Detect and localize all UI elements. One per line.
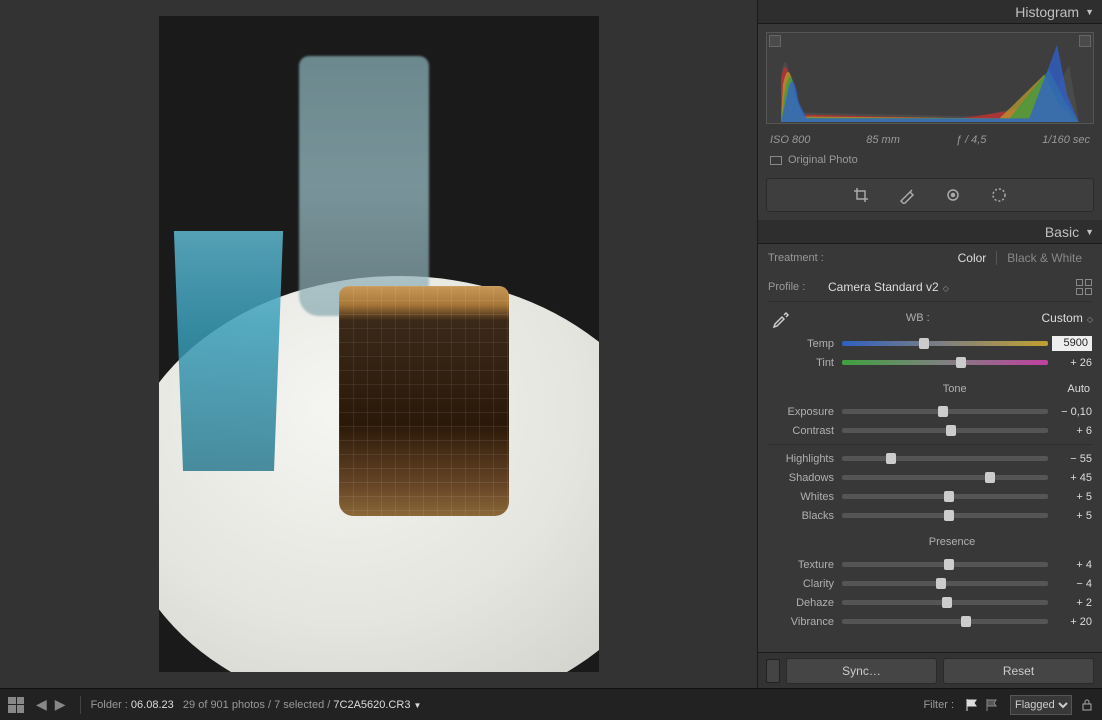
treatment-color[interactable]: Color: [948, 251, 997, 265]
slider-knob[interactable]: [886, 453, 896, 464]
slider-knob[interactable]: [944, 491, 954, 502]
slider-knob[interactable]: [919, 338, 929, 349]
tint-value[interactable]: + 26: [1048, 357, 1092, 369]
slider-blacks: Blacks + 5: [768, 506, 1092, 525]
exif-aperture: ƒ / 4,5: [956, 134, 987, 146]
flag-pick-icon[interactable]: [965, 698, 979, 712]
image-viewport[interactable]: [0, 0, 757, 688]
slider-highlights: Highlights − 55: [768, 449, 1092, 468]
slider-dehaze: Dehaze + 2: [768, 593, 1092, 612]
slider-vibrance: Vibrance + 20: [768, 612, 1092, 631]
presence-heading: Presence: [842, 536, 1062, 548]
slider-knob[interactable]: [944, 559, 954, 570]
temp-value-input[interactable]: 5900: [1052, 336, 1092, 351]
slider-knob[interactable]: [961, 616, 971, 627]
treatment-label: Treatment :: [768, 252, 948, 264]
slider-knob[interactable]: [944, 510, 954, 521]
exif-focal: 85 mm: [866, 134, 900, 146]
profile-dropdown[interactable]: Camera Standard v2◇: [828, 280, 1076, 294]
grid-view-icon[interactable]: [8, 697, 24, 713]
slider-knob[interactable]: [938, 406, 948, 417]
masking-tool-icon[interactable]: [990, 186, 1008, 204]
histogram[interactable]: [766, 32, 1094, 124]
selected-count: 7 selected: [274, 699, 324, 711]
treatment-bw[interactable]: Black & White: [997, 251, 1092, 265]
histogram-graph: [781, 35, 1079, 122]
slider-knob[interactable]: [936, 578, 946, 589]
histogram-panel-header[interactable]: Histogram ▼: [758, 0, 1102, 24]
slider-tint: Tint + 26: [768, 353, 1092, 372]
filter-lock-icon[interactable]: [1080, 698, 1094, 712]
slider-knob[interactable]: [942, 597, 952, 608]
slider-clarity: Clarity − 4: [768, 574, 1092, 593]
exif-iso: ISO 800: [770, 134, 810, 146]
folder-label: Folder :: [91, 699, 128, 711]
healing-brush-icon[interactable]: [898, 186, 916, 204]
profile-browser-icon[interactable]: [1076, 279, 1092, 295]
sync-button[interactable]: Sync…: [786, 658, 937, 684]
nav-forward-icon[interactable]: ▶: [55, 696, 66, 713]
local-adjust-toolstrip: [766, 178, 1094, 212]
photo-count: 29 of 901 photos: [183, 699, 265, 711]
collapse-icon: ▼: [1085, 227, 1094, 237]
develop-right-panel: Histogram ▼ ISO 800 85 mm ƒ / 4,5 1/160 …: [757, 0, 1102, 688]
exif-shutter: 1/160 sec: [1042, 134, 1090, 146]
profile-label: Profile :: [768, 281, 828, 293]
slider-shadows: Shadows + 45: [768, 468, 1092, 487]
preview-photo: [159, 16, 599, 672]
slider-knob[interactable]: [956, 357, 966, 368]
reset-button[interactable]: Reset: [943, 658, 1094, 684]
nav-back-icon[interactable]: ◀: [36, 696, 47, 713]
slider-temp: Temp 5900: [768, 334, 1092, 353]
folder-name[interactable]: 06.08.23: [131, 699, 174, 711]
exif-row: ISO 800 85 mm ƒ / 4,5 1/160 sec: [758, 132, 1102, 150]
basic-title: Basic: [1045, 224, 1079, 240]
tone-heading: Tone: [842, 383, 1067, 395]
slider-texture: Texture + 4: [768, 555, 1092, 574]
highlight-clipping-toggle[interactable]: [1079, 35, 1091, 47]
slider-exposure: Exposure − 0,10: [768, 402, 1092, 421]
filename-crumb[interactable]: 7C2A5620.CR3 ▼: [333, 699, 421, 711]
histogram-title: Histogram: [1015, 4, 1079, 20]
filter-dropdown[interactable]: Flagged: [1010, 695, 1072, 715]
wb-dropdown[interactable]: Custom◇: [1042, 311, 1093, 325]
wb-eyedropper-icon[interactable]: [768, 305, 794, 331]
slider-knob[interactable]: [985, 472, 995, 483]
crop-tool-icon[interactable]: [852, 186, 870, 204]
original-icon: [770, 156, 782, 165]
slider-whites: Whites + 5: [768, 487, 1092, 506]
redeye-tool-icon[interactable]: [944, 186, 962, 204]
slider-contrast: Contrast + 6: [768, 421, 1092, 440]
filter-label: Filter :: [923, 699, 954, 711]
basic-panel-header[interactable]: Basic ▼: [758, 220, 1102, 244]
slider-knob[interactable]: [946, 425, 956, 436]
sync-reset-bar: Sync… Reset: [758, 652, 1102, 688]
wb-label: WB :: [794, 312, 1042, 324]
shadow-clipping-toggle[interactable]: [769, 35, 781, 47]
auto-tone-button[interactable]: Auto: [1067, 383, 1092, 395]
original-photo-toggle[interactable]: Original Photo: [758, 150, 1102, 174]
filmstrip-toolbar: ◀ ▶ Folder : 06.08.23 29 of 901 photos /…: [0, 688, 1102, 720]
panel-switch-icon[interactable]: [766, 659, 780, 683]
flag-reject-icon[interactable]: [985, 698, 999, 712]
collapse-icon: ▼: [1085, 7, 1094, 17]
